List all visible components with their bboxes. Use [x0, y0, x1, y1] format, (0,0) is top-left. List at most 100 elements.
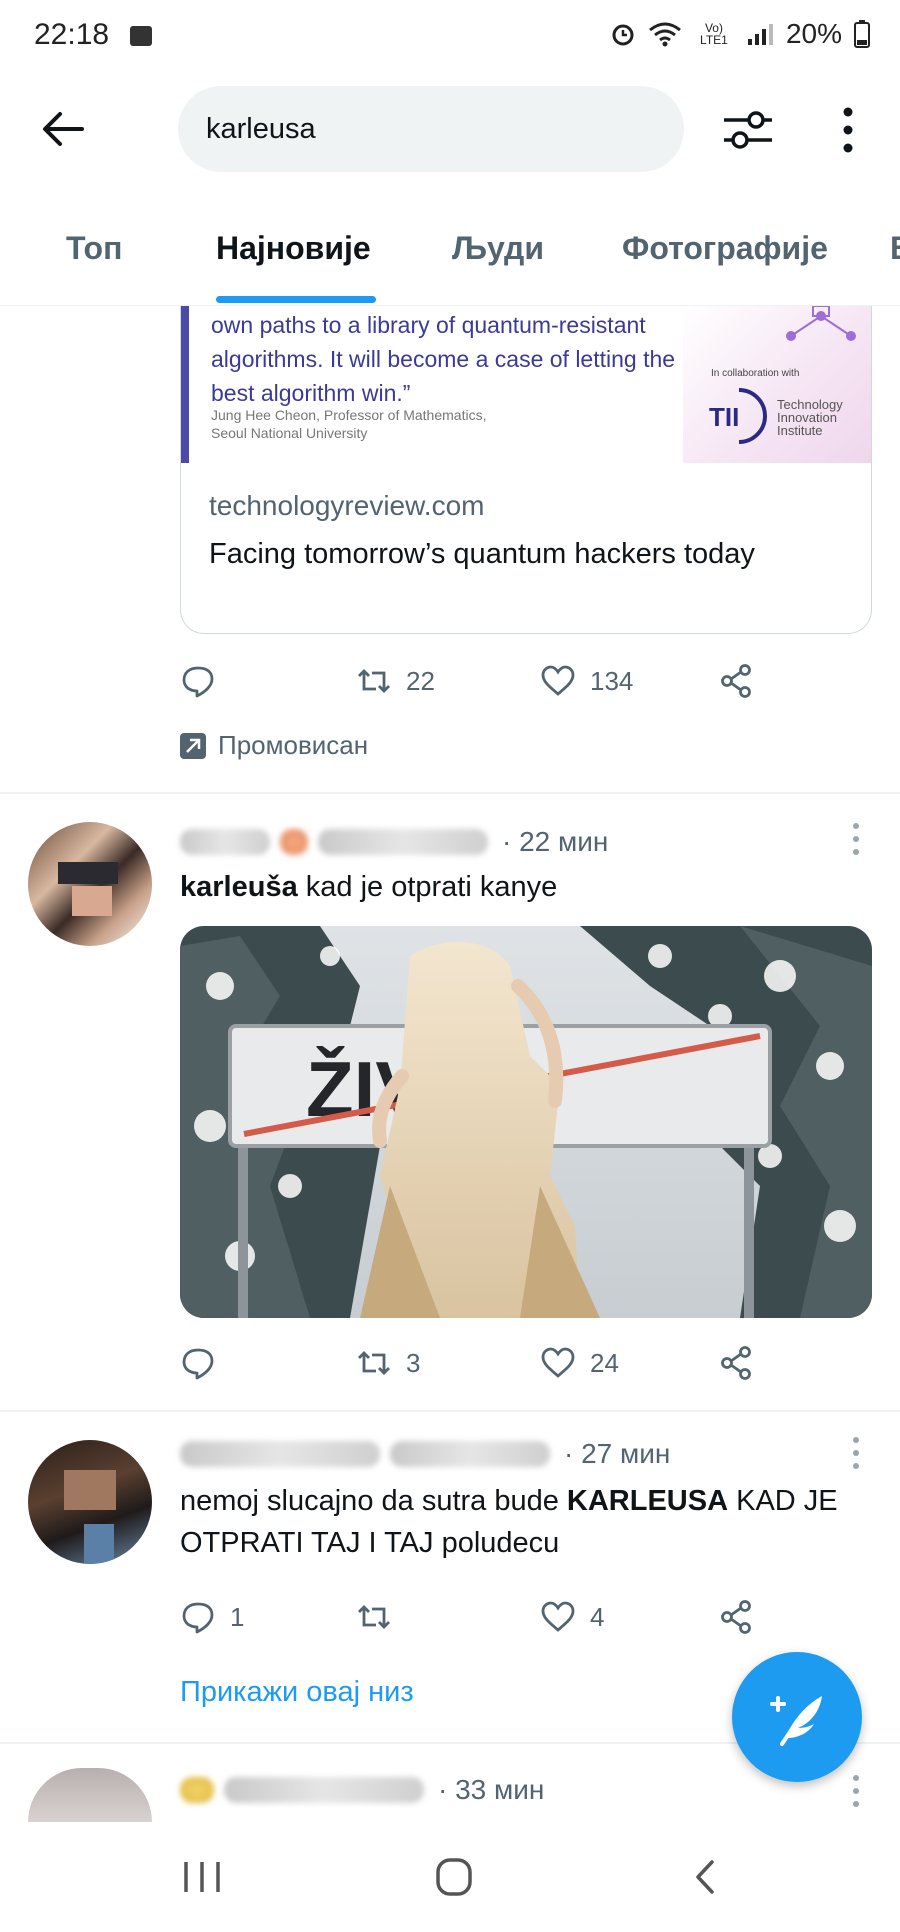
like-count: 4: [590, 1601, 605, 1632]
heart-icon: [541, 665, 575, 696]
author-line-2: Seoul National University: [211, 425, 368, 441]
retweet-button[interactable]: [356, 1594, 392, 1640]
reply-button[interactable]: 1: [180, 1594, 244, 1640]
promo-tweet-actions: 22 134: [180, 658, 780, 704]
search-filter-icon[interactable]: [720, 102, 776, 158]
heart-icon: [541, 1601, 575, 1632]
share-button[interactable]: [718, 1594, 754, 1640]
display-name-blurred: [180, 1441, 380, 1467]
emoji-blurred: [180, 1777, 214, 1803]
like-count: 134: [590, 665, 634, 696]
retweet-count: 3: [406, 1347, 421, 1378]
tweet-media[interactable]: ŽIVOT: [180, 926, 872, 1318]
retweet-button[interactable]: 22: [356, 658, 435, 704]
tab-top[interactable]: Топ: [66, 230, 122, 267]
share-icon: [721, 1600, 751, 1634]
tweet-text: nemoj slucajno da sutra bude KARLEUSA KA…: [180, 1480, 870, 1564]
tweet-text-rest: kad je otprati kanye: [297, 871, 558, 903]
tweet-text-bold: KARLEUSA: [566, 1485, 729, 1517]
tii-caption: Technology Innovation Institute: [777, 397, 843, 438]
retweet-icon: [358, 1605, 390, 1629]
share-button[interactable]: [718, 1340, 754, 1386]
tweet-header[interactable]: · 22 мин: [180, 826, 608, 858]
tweet-divider: [0, 792, 900, 794]
status-time: 22:18: [34, 18, 110, 51]
home-icon[interactable]: [424, 1854, 484, 1900]
promoted-link-card[interactable]: own paths to a library of quantum-resist…: [180, 306, 872, 634]
tweet-actions: 1 4: [180, 1594, 780, 1640]
tab-people[interactable]: Људи: [452, 230, 544, 267]
emoji-blurred: [280, 829, 308, 855]
tweet-time: · 33 мин: [438, 1774, 545, 1805]
username-blurred: [318, 829, 488, 855]
share-button[interactable]: [718, 658, 754, 704]
retweet-button[interactable]: 3: [356, 1340, 420, 1386]
search-input[interactable]: karleusa: [178, 86, 684, 172]
tab-photos[interactable]: Фотографије: [622, 230, 828, 267]
alarm-icon: [612, 24, 634, 46]
username-blurred: [224, 1777, 424, 1803]
network-graphic-icon: [786, 306, 856, 341]
tweet-actions: 3 24: [180, 1340, 780, 1386]
avatar[interactable]: [28, 1768, 152, 1822]
tweet-text: karleuša kad je otprati kanye: [180, 866, 870, 908]
back-arrow-icon[interactable]: [38, 104, 88, 154]
recent-apps-icon[interactable]: [172, 1854, 232, 1900]
card-quote-author: Jung Hee Cheon, Professor of Mathematics…: [211, 406, 571, 442]
reply-icon: [182, 1348, 214, 1380]
active-tab-indicator: [216, 296, 376, 303]
reply-button[interactable]: [180, 1340, 216, 1386]
status-bar: 22:18 Vo) LTE1 20%: [0, 0, 900, 78]
share-icon: [721, 1346, 751, 1380]
author-line-1: Jung Hee Cheon, Professor of Mathematics…: [211, 407, 487, 423]
username-blurred: [390, 1441, 550, 1467]
retweet-icon: [358, 1351, 390, 1375]
heart-icon: [541, 1347, 575, 1378]
card-title: Facing tomorrow’s quantum hackers today: [209, 538, 755, 570]
gallery-notification-icon: [130, 26, 152, 46]
back-nav-icon[interactable]: [676, 1854, 736, 1900]
tweet-text-before: nemoj slucajno da sutra bude: [180, 1485, 567, 1517]
display-name-blurred: [180, 829, 270, 855]
avatar[interactable]: [28, 1440, 152, 1564]
more-options-icon[interactable]: [836, 104, 860, 156]
avatar[interactable]: [28, 822, 152, 946]
promoted-text: Промовисан: [218, 730, 369, 760]
reply-icon: [182, 666, 214, 698]
network-type-label: Vo) LTE1: [700, 21, 728, 47]
tab-latest[interactable]: Најновије: [216, 230, 371, 267]
collab-text: In collaboration with: [711, 368, 800, 379]
compose-tweet-button[interactable]: [732, 1652, 862, 1782]
tii-logo-icon: TII: [709, 388, 767, 444]
reply-count: 1: [230, 1601, 245, 1632]
card-quote: own paths to a library of quantum-resist…: [211, 312, 676, 406]
tweet-time: · 27 мин: [564, 1438, 671, 1469]
tab-videos-partial[interactable]: В: [890, 230, 900, 267]
tweet-time: · 22 мин: [502, 826, 609, 857]
wifi-icon: [649, 22, 681, 47]
search-tabs: Топ Најновије Људи Фотографије В: [0, 220, 900, 306]
tweet-text-bold: karleuša: [180, 871, 298, 903]
media-image: ŽIVOT: [180, 926, 872, 1318]
search-query: karleusa: [206, 113, 316, 145]
battery-percent: 20%: [785, 18, 842, 49]
battery-icon: [854, 20, 870, 48]
search-header: karleusa: [0, 82, 900, 174]
tweet-header[interactable]: · 33 мин: [180, 1774, 544, 1806]
tweet-more-icon[interactable]: [852, 822, 860, 856]
like-button[interactable]: 134: [540, 658, 633, 704]
share-icon: [721, 664, 751, 698]
svg-text:TII: TII: [709, 402, 739, 432]
like-button[interactable]: 4: [540, 1594, 604, 1640]
like-button[interactable]: 24: [540, 1340, 619, 1386]
tweet-more-icon[interactable]: [852, 1436, 860, 1470]
promoted-arrow-icon: [180, 732, 206, 759]
reply-button[interactable]: [180, 658, 216, 704]
tweet-header[interactable]: · 27 мин: [180, 1438, 670, 1470]
card-image: own paths to a library of quantum-resist…: [181, 306, 871, 463]
retweet-icon: [358, 669, 390, 693]
promoted-label: Промовисан: [180, 730, 368, 761]
compose-feather-icon: [770, 1696, 822, 1746]
tweet-divider: [0, 1410, 900, 1412]
show-thread-link[interactable]: Прикажи овај низ: [180, 1676, 414, 1709]
